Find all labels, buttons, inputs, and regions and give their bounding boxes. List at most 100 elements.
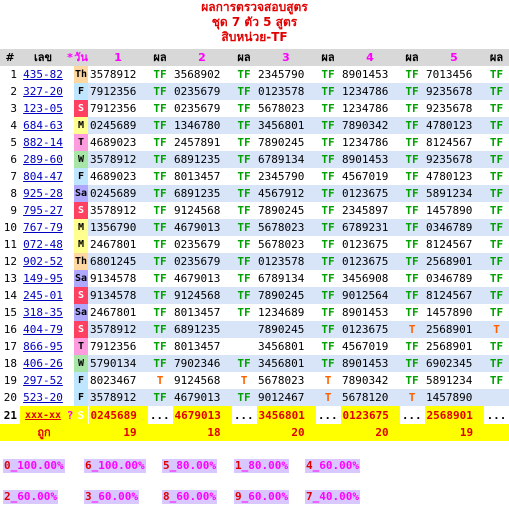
table-row: 18 406-26 W 5790134 TF 7902346 TF 3456801 TF 8901… <box>0 355 509 372</box>
row-result-3: TF <box>316 287 340 304</box>
row-result-1: TF <box>153 238 167 251</box>
row-index: 4 <box>10 119 17 132</box>
row-result-3: TF <box>321 340 335 353</box>
row-number-link[interactable]: 795-27 <box>20 202 66 219</box>
row-set-5: 2568901 <box>424 321 484 338</box>
row-result-4: T <box>400 389 424 406</box>
row-result-4: TF <box>400 287 424 304</box>
row-number-link[interactable]: 435-82 <box>20 66 66 83</box>
row-index: 16 <box>3 323 17 336</box>
row-number-link[interactable]: 804-47 <box>20 168 66 185</box>
row-set-5: 9235678 <box>424 83 484 100</box>
row-day-badge: Th <box>74 66 88 83</box>
table-row: 13 149-95 Sa 9134578 TF 4679013 TF 6789134 TF 345… <box>0 270 509 287</box>
row-result-1: TF <box>148 185 172 202</box>
row-number-link[interactable]: 318-35 <box>20 304 66 321</box>
percent-digit: 8 <box>163 490 170 503</box>
row-result-5: TF <box>484 185 509 202</box>
row-number-link[interactable]: 902-52 <box>20 253 66 270</box>
row-number-link[interactable]: 882-14 <box>20 134 66 151</box>
row-result-1: TF <box>148 389 172 406</box>
row-set-2: 8013457 <box>172 304 232 321</box>
table-row: 10 767-79 M 1356790 TF 4679013 TF 5678023 TF 6789… <box>0 219 509 236</box>
prediction-question: ? <box>66 406 74 424</box>
col-set-5: 5 <box>424 49 484 66</box>
row-set-4: 8901453 <box>340 151 400 168</box>
row-number-link[interactable]: 925-28 <box>20 185 66 202</box>
row-star <box>66 287 74 304</box>
table-row: 6 289-60 W 3578912 TF 6891235 TF 6789134 TF 89014… <box>0 151 509 168</box>
row-set-1: 7912356 <box>88 83 148 100</box>
percent-badge: 2_60.00% <box>3 490 58 504</box>
row-set-5: 8124567 <box>424 236 484 253</box>
row-result-5: TF <box>489 272 504 285</box>
row-number-link[interactable]: 523-20 <box>20 389 66 406</box>
row-result-2: TF <box>232 253 256 270</box>
row-set-1: 6801245 <box>88 253 148 270</box>
percent-badge: 1_80.00% <box>234 459 289 473</box>
col-result-5: ผล <box>484 49 509 66</box>
row-number-link[interactable]: 404-79 <box>20 321 66 338</box>
row-day-badge: S <box>74 287 88 304</box>
row-result-5: TF <box>489 170 504 183</box>
percent-badge: 7_40.00% <box>305 490 360 504</box>
row-set-3: 0123578 <box>256 253 316 270</box>
header-subtitle: ชุด 7 ตัว 5 สูตร <box>211 15 298 29</box>
row-set-3: 0123578 <box>256 83 316 100</box>
row-result-2: TF <box>237 102 251 115</box>
row-number-link[interactable]: 866-95 <box>20 338 66 355</box>
row-index: 12 <box>3 255 17 268</box>
row-index: 14 <box>3 289 17 302</box>
row-number-link[interactable]: 297-52 <box>20 372 66 389</box>
row-result-5: TF <box>484 151 509 168</box>
row-result-3: TF <box>321 136 335 149</box>
col-result-2: ผล <box>232 49 256 66</box>
row-number-link[interactable]: 327-20 <box>20 83 66 100</box>
prediction-set-3: 3456801 <box>255 406 316 424</box>
row-set-3: 3456801 <box>256 355 316 372</box>
row-set-5: 2568901 <box>424 253 484 270</box>
row-result-5: TF <box>489 374 504 387</box>
row-set-4: 8901453 <box>340 355 400 372</box>
row-set-2: 0235679 <box>172 100 232 117</box>
row-number-link[interactable]: 245-01 <box>20 287 66 304</box>
total-count-3: 20 <box>256 424 340 441</box>
row-set-4: 7890342 <box>340 117 400 134</box>
prediction-number-link[interactable]: xxx-xx <box>25 410 61 421</box>
prediction-index: 21 <box>0 406 20 424</box>
row-result-1: TF <box>148 83 172 100</box>
row-number-link[interactable]: 289-60 <box>20 151 66 168</box>
table-row: 7 804-47 F 4689023 TF 8013457 TF 2345790 TF 45670… <box>0 168 509 185</box>
row-day-badge: Sa <box>74 185 88 202</box>
row-result-3: TF <box>321 68 335 81</box>
total-count-4: 20 <box>340 424 424 441</box>
row-result-2: TF <box>237 136 251 149</box>
row-number-link[interactable]: 072-48 <box>20 236 66 253</box>
row-set-5: 9235678 <box>424 151 484 168</box>
table-row: 12 902-52 Th 6801245 TF 0235679 TF 0123578 TF 012… <box>0 253 509 270</box>
table-row: 20 523-20 F 3578912 TF 4679013 TF 9012467 T 56781… <box>0 389 509 406</box>
row-star <box>66 100 74 117</box>
row-result-4: TF <box>400 219 424 236</box>
row-result-4: TF <box>405 170 419 183</box>
row-number-link[interactable]: 684-63 <box>20 117 66 134</box>
row-result-4: TF <box>400 117 424 134</box>
row-set-3: 7890245 <box>256 202 316 219</box>
row-star <box>66 338 74 355</box>
row-index: 19 <box>3 374 17 387</box>
row-result-4: TF <box>405 340 419 353</box>
row-number-link[interactable]: 149-95 <box>20 270 66 287</box>
prediction-row: 21 xxx-xx? S 0245689... 4679013... 3456801...… <box>0 406 509 424</box>
row-number-link[interactable]: 123-05 <box>20 100 66 117</box>
row-number-link[interactable]: 767-79 <box>20 219 66 236</box>
row-number-link[interactable]: 406-26 <box>20 355 66 372</box>
row-index: 9 <box>10 204 17 217</box>
percent-value: 40.00% <box>319 490 359 503</box>
percent-badge: 4_60.00% <box>305 459 360 473</box>
row-result-3: TF <box>321 170 335 183</box>
row-result-2: TF <box>237 238 251 251</box>
row-result-1: TF <box>153 136 167 149</box>
row-set-1: 5790134 <box>88 355 148 372</box>
row-index: 15 <box>3 306 17 319</box>
row-index: 8 <box>10 187 17 200</box>
